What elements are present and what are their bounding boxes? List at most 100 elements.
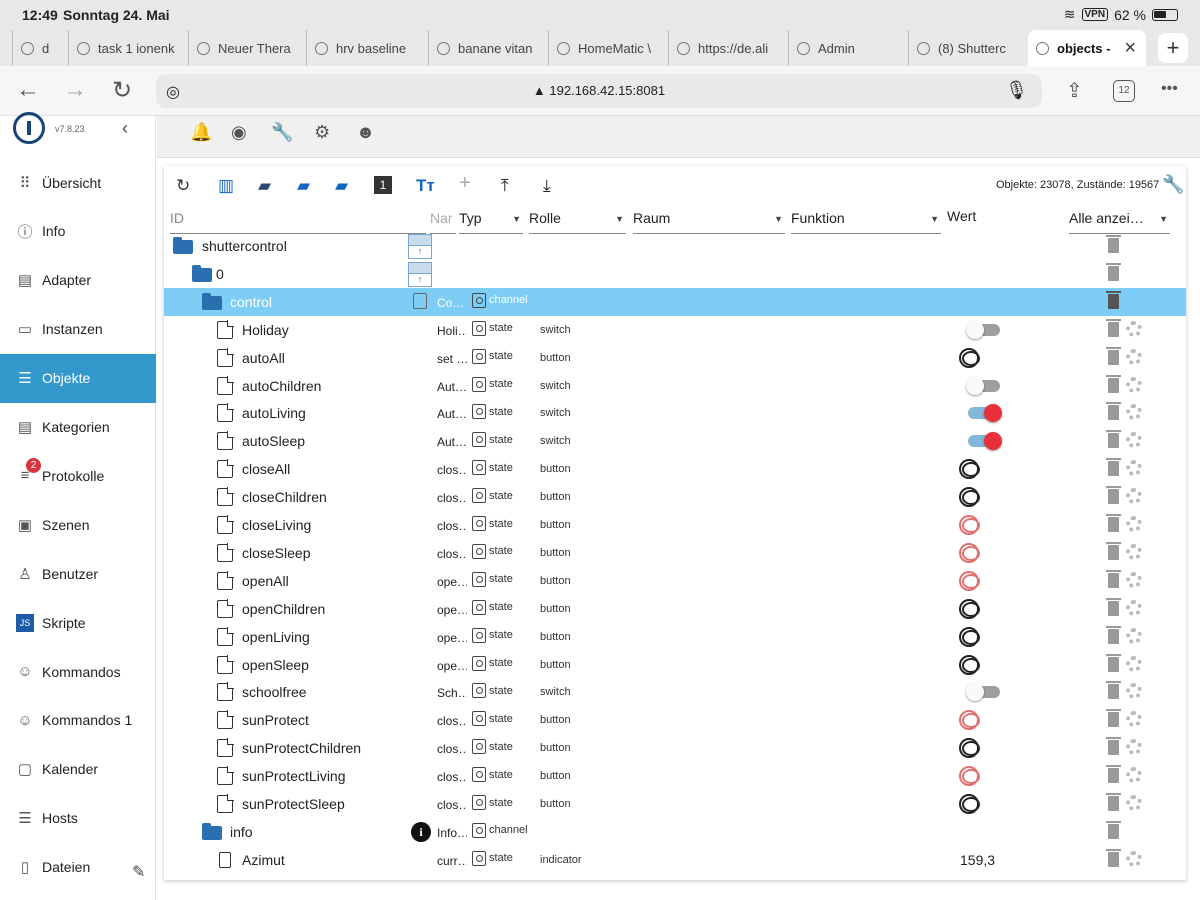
- folder-closed-icon[interactable]: ▰: [258, 176, 271, 196]
- bell-icon[interactable]: 🔔: [190, 122, 212, 143]
- sidebar-item[interactable]: ≡ Protokolle 2: [0, 451, 156, 500]
- sidebar-item[interactable]: ♙ Benutzer: [0, 549, 156, 598]
- browser-tab[interactable]: hrv baseline: [306, 30, 426, 66]
- trash-icon[interactable]: [1106, 235, 1121, 253]
- text-size-icon[interactable]: Tт: [416, 176, 435, 196]
- browser-tab[interactable]: task 1 ionenk: [68, 30, 186, 66]
- trash-icon[interactable]: [1106, 402, 1121, 421]
- eye-icon[interactable]: ◉: [231, 122, 247, 143]
- forward-arrow-icon[interactable]: →: [63, 76, 87, 104]
- table-row[interactable]: info i Info… channel: [164, 818, 1186, 846]
- trash-icon[interactable]: [1106, 318, 1121, 337]
- value-push-button[interactable]: [959, 626, 980, 647]
- trash-icon[interactable]: [1106, 653, 1121, 672]
- sidebar-item[interactable]: ☺ Kommandos 1: [0, 696, 156, 745]
- address-url[interactable]: ▲ 192.168.42.15:8081: [156, 83, 1042, 98]
- table-row[interactable]: autoLiving Aut… state switch: [164, 399, 1186, 427]
- type-dropdown-icon[interactable]: ▼: [512, 214, 521, 224]
- table-row[interactable]: Holiday Holi… state switch: [164, 316, 1186, 344]
- value-push-button[interactable]: [959, 710, 980, 731]
- folder-expand-icon[interactable]: ▰: [335, 176, 348, 196]
- table-row[interactable]: sunProtect clos… state button: [164, 706, 1186, 734]
- folder-upload-icon[interactable]: ↑: [408, 272, 432, 287]
- table-row[interactable]: closeAll clos… state button: [164, 455, 1186, 483]
- sidebar-item[interactable]: ⓘ Info: [0, 207, 156, 256]
- table-row[interactable]: sunProtectChildren clos… state button: [164, 734, 1186, 762]
- settings-wrench-icon[interactable]: 🔧: [1162, 174, 1184, 195]
- upload-icon[interactable]: ⤒: [501, 176, 509, 196]
- object-id[interactable]: openChildren: [242, 601, 325, 617]
- trash-icon[interactable]: [1106, 625, 1121, 644]
- settings-gear-icon[interactable]: [1126, 627, 1142, 644]
- browser-tab[interactable]: d: [12, 30, 66, 66]
- value-push-button[interactable]: [959, 654, 980, 675]
- sidebar-item[interactable]: ☰ Hosts: [0, 794, 156, 843]
- table-row[interactable]: Azimut curr… state indicator 159,3: [164, 846, 1186, 874]
- trash-icon[interactable]: [1106, 709, 1121, 728]
- value-toggle[interactable]: [968, 404, 1002, 423]
- trash-icon[interactable]: [1106, 486, 1121, 505]
- object-id[interactable]: autoChildren: [242, 378, 321, 394]
- download-icon[interactable]: ⤓: [543, 176, 551, 196]
- header-function[interactable]: Funktion ▼: [791, 210, 941, 234]
- wrench-icon[interactable]: 🔧: [271, 122, 293, 143]
- header-name[interactable]: Nar: [430, 210, 456, 234]
- depth-one-icon[interactable]: 1: [374, 176, 392, 194]
- settings-gear-icon[interactable]: [1126, 376, 1142, 393]
- folder-open-icon[interactable]: [202, 822, 222, 840]
- role-dropdown-icon[interactable]: ▼: [615, 214, 624, 224]
- settings-gear-icon[interactable]: [1126, 432, 1142, 449]
- add-object-icon[interactable]: +: [459, 172, 471, 195]
- value-push-button[interactable]: [959, 570, 980, 591]
- table-row[interactable]: autoAll set … state button: [164, 344, 1186, 372]
- object-id[interactable]: autoSleep: [242, 433, 305, 449]
- copy-icon[interactable]: [413, 292, 427, 309]
- object-value[interactable]: 159,3: [960, 852, 995, 868]
- object-id[interactable]: openLiving: [242, 629, 310, 645]
- value-push-button[interactable]: [959, 487, 980, 508]
- trash-icon[interactable]: [1106, 820, 1121, 839]
- show-all-dropdown-icon[interactable]: ▼: [1159, 214, 1168, 224]
- value-push-button[interactable]: [959, 794, 980, 814]
- value-toggle[interactable]: [966, 683, 1000, 702]
- table-row[interactable]: closeSleep clos… state button: [164, 539, 1186, 567]
- object-id[interactable]: closeSleep: [242, 545, 311, 561]
- object-id[interactable]: info: [230, 824, 253, 840]
- table-row[interactable]: autoSleep Aut… state switch: [164, 427, 1186, 455]
- refresh-icon[interactable]: ↻: [176, 176, 190, 196]
- value-push-button[interactable]: [959, 459, 980, 480]
- browser-tab[interactable]: banane vitan: [428, 30, 546, 66]
- object-id[interactable]: closeLiving: [242, 517, 311, 533]
- object-id[interactable]: Holiday: [242, 322, 289, 338]
- value-toggle[interactable]: [966, 320, 1000, 339]
- gear-icon[interactable]: ⚙: [314, 122, 330, 143]
- settings-gear-icon[interactable]: [1126, 655, 1142, 672]
- trash-icon[interactable]: [1106, 541, 1121, 560]
- toggle-knob[interactable]: [984, 404, 1002, 423]
- tab-count-button[interactable]: 12: [1113, 80, 1135, 102]
- table-row[interactable]: closeLiving clos… state button: [164, 511, 1186, 539]
- folder-open-icon[interactable]: [173, 237, 193, 254]
- settings-gear-icon[interactable]: [1126, 571, 1142, 588]
- sidebar-item[interactable]: ▭ Instanzen: [0, 305, 156, 354]
- settings-gear-icon[interactable]: [1126, 850, 1142, 867]
- trash-icon[interactable]: [1106, 597, 1121, 616]
- folder-open-icon[interactable]: [192, 264, 212, 282]
- trash-icon[interactable]: [1106, 793, 1121, 811]
- browser-tab[interactable]: Admin: [788, 30, 906, 66]
- object-id[interactable]: closeChildren: [242, 489, 327, 505]
- sidebar-item[interactable]: ⠿ Übersicht: [0, 158, 156, 207]
- object-id[interactable]: 0: [216, 266, 224, 282]
- settings-gear-icon[interactable]: [1126, 320, 1142, 337]
- trash-icon[interactable]: [1106, 848, 1121, 867]
- value-push-button[interactable]: [959, 515, 980, 535]
- object-id[interactable]: autoLiving: [242, 405, 306, 421]
- trash-icon[interactable]: [1106, 262, 1121, 281]
- value-push-button[interactable]: [959, 598, 980, 619]
- back-arrow-icon[interactable]: ←: [16, 76, 40, 104]
- address-bar[interactable]: ◎ ▲ 192.168.42.15:8081 🎙: [156, 74, 1042, 108]
- table-row[interactable]: openAll ope… state button: [164, 567, 1186, 595]
- object-id[interactable]: schoolfree: [242, 684, 307, 700]
- object-id[interactable]: sunProtectLiving: [242, 768, 346, 784]
- edit-pencil-icon[interactable]: ✎: [132, 862, 145, 882]
